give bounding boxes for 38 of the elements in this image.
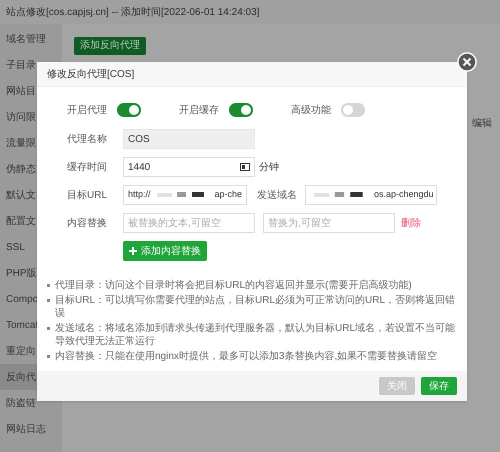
- note-text: 发送域名：将域名添加到请求头传递到代理服务器，默认为目标URL域名，若设置不当可能导致代理无法正常运行: [55, 322, 456, 348]
- close-icon[interactable]: [457, 52, 477, 72]
- send-domain-field[interactable]: os.ap-chengdu: [305, 185, 437, 205]
- field-label: 代理名称: [67, 132, 108, 146]
- card-icon: [240, 163, 250, 171]
- replace-to-field[interactable]: 替换为,可留空: [263, 213, 395, 233]
- field-label: 发送域名: [257, 188, 298, 202]
- toggle-label: 开启代理: [67, 104, 107, 118]
- sidebar-item[interactable]: 域名管理: [0, 26, 62, 52]
- bullet-icon: [47, 284, 50, 287]
- unit-label: 分钟: [259, 160, 279, 174]
- add-replace-button[interactable]: 添加内容替换: [123, 241, 207, 261]
- sidebar-item[interactable]: 防盗链: [0, 390, 62, 416]
- toggle-switch[interactable]: [117, 103, 141, 117]
- field-label: 目标URL: [67, 188, 108, 202]
- target-url-field[interactable]: http:// ap-che: [123, 185, 248, 205]
- cache-time-field[interactable]: 1440: [123, 157, 255, 177]
- replace-from-field[interactable]: 被替换的文本,可留空: [123, 213, 255, 233]
- delete-link[interactable]: 删除: [401, 216, 421, 230]
- plus-icon: [129, 247, 137, 255]
- field-label: 缓存时间: [67, 160, 108, 174]
- toggle-label: 高级功能: [291, 104, 331, 118]
- add-proxy-button[interactable]: 添加反向代理: [74, 36, 146, 54]
- toggle-label: 开启缓存: [179, 104, 219, 118]
- bullet-icon: [47, 327, 50, 330]
- edit-link[interactable]: 编辑: [472, 116, 492, 131]
- note-text: 目标URL：可以填写你需要代理的站点，目标URL必须为可正常访问的URL，否则将返回错误: [55, 294, 456, 320]
- bullet-icon: [47, 299, 50, 302]
- save-button[interactable]: 保存: [421, 377, 457, 395]
- note-text: 内容替换：只能在使用nginx时提供，最多可以添加3条替换内容,如果不需要替换请留空: [55, 350, 438, 363]
- note-text: 代理目录：访问这个目录时将会把目标URL的内容返回并显示(需要开启高级功能): [55, 279, 412, 292]
- window-title: 站点修改[cos.capjsj.cn] -- 添加时间[2022-06-01 14:24:03]: [0, 0, 500, 24]
- sidebar-item[interactable]: 网站日志: [0, 416, 62, 442]
- toggle-switch[interactable]: [229, 103, 253, 117]
- dialog-title: 修改反向代理[COS]: [37, 62, 467, 87]
- field-label: 内容替换: [67, 216, 108, 230]
- bullet-icon: [47, 355, 50, 358]
- toggle-switch[interactable]: [341, 103, 365, 117]
